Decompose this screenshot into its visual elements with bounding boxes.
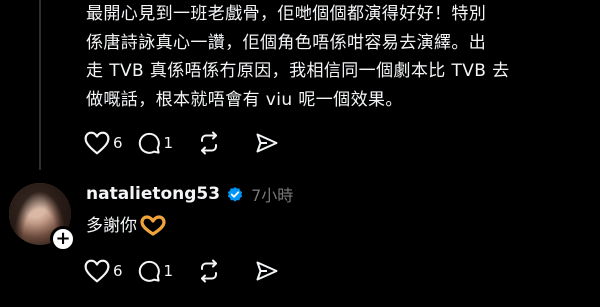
like-count: 6	[113, 262, 123, 280]
share-button[interactable]	[255, 258, 279, 284]
send-icon	[256, 133, 278, 153]
thread-connector-line	[39, 0, 41, 170]
like-button[interactable]: 6	[84, 258, 123, 284]
comment-icon	[138, 132, 160, 154]
comment-button[interactable]: 1	[137, 130, 174, 156]
like-count: 6	[113, 134, 123, 152]
reply-actions: 6 1	[84, 130, 279, 156]
reply-line: 最開心見到一班老戲骨，佢哋個個都演得好好！特別	[86, 4, 487, 24]
post-header: natalietong53 7小時	[86, 180, 293, 208]
post-text: 多謝你	[86, 216, 137, 236]
reply-body: 最開心見到一班老戲骨，佢哋個個都演得好好！特別 係唐詩詠真心一讚，佢個角色唔係咁…	[86, 0, 586, 114]
comment-button[interactable]: 1	[137, 258, 174, 284]
reply-line: 係唐詩詠真心一讚，佢個角色唔係咁容易去演繹。出	[86, 32, 487, 53]
share-button[interactable]	[255, 130, 279, 156]
plus-icon: +	[55, 228, 71, 249]
repost-icon	[201, 131, 218, 155]
heart-icon	[84, 131, 110, 155]
comment-icon	[138, 260, 160, 282]
username[interactable]: natalietong53	[86, 184, 220, 204]
reply-line: 走 TVB 真係唔係冇原因，我相信同一個劇本比 TVB 去	[86, 61, 510, 81]
repost-button[interactable]	[197, 130, 221, 156]
send-icon	[256, 261, 278, 281]
post-actions: 6 1	[84, 258, 279, 284]
like-button[interactable]: 6	[84, 130, 123, 156]
repost-button[interactable]	[197, 258, 221, 284]
post-body: 多謝你	[86, 212, 166, 240]
reply-line: 做嘅話，根本就唔會有 viu 呢一個效果。	[86, 89, 403, 110]
comment-count: 1	[163, 134, 174, 152]
post-time: 7小時	[251, 186, 294, 205]
heart-hands-emoji	[140, 215, 166, 236]
repost-icon	[201, 259, 218, 283]
follow-button[interactable]: +	[50, 226, 76, 252]
verified-badge-icon	[227, 187, 243, 202]
heart-icon	[84, 259, 110, 283]
comment-count: 1	[163, 262, 174, 280]
